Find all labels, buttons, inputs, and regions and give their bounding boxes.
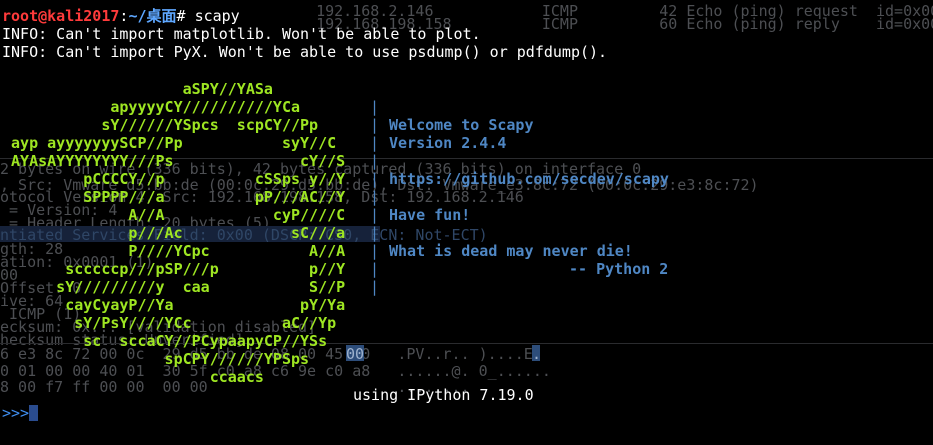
entered-command: scapy — [194, 7, 240, 25]
ascii-art-line: sc sccaCY//PCypaapyCP//YSs — [2, 332, 328, 350]
ascii-art-line: p///Ac sC///a — [2, 224, 346, 242]
prompt-symbol: # — [176, 7, 186, 25]
ascii-art-line: sY/////////y caa S//P — [2, 278, 346, 296]
ascii-art-line: P////YCpc A//A — [2, 242, 346, 260]
input-line[interactable]: >>> — [2, 404, 39, 422]
ipython-version-line: using IPython 7.19.0 — [353, 386, 534, 404]
quote-attribution: -- Python 2 — [569, 260, 669, 278]
ascii-art-line: A//A cyP////C — [2, 206, 346, 224]
text-cursor — [29, 405, 39, 421]
banner-separator: | — [370, 116, 380, 134]
banner-separator: | — [370, 242, 380, 260]
ascii-art-line: sY//////YSpcs scpCY//Pp — [2, 116, 319, 134]
project-url[interactable]: https://github.com/secdev/scapy — [389, 170, 669, 188]
banner-separator: | — [370, 188, 380, 206]
ascii-art-line: SPPPP///a pP///AC//Y — [2, 188, 346, 206]
welcome-message: Welcome to Scapy — [389, 116, 534, 134]
ascii-art-line: scccccp///pSP///p p//Y — [2, 260, 346, 278]
prompt-user-host: root@kali2017 — [2, 7, 120, 25]
banner-separator: | — [370, 278, 380, 296]
ascii-art-line: aSPY//YASa — [2, 80, 273, 98]
info-line: INFO: Can't import matplotlib. Won't be … — [2, 25, 481, 43]
ascii-art-line: apyyyyCY//////////YCa — [2, 98, 301, 116]
terminal-output: root@kali2017:~/桌面# scapy INFO: Can't im… — [0, 0, 933, 445]
ascii-art-line: spCPY//////YPSps — [2, 350, 310, 368]
banner-separator: | — [370, 260, 380, 278]
ascii-art-line: AYAsAYYYYYYYY///Ps cY//S — [2, 152, 346, 170]
banner-separator: | — [370, 170, 380, 188]
banner-separator: | — [370, 98, 380, 116]
input-prompt: >>> — [2, 404, 30, 422]
shell-prompt-line: root@kali2017:~/桌面# scapy — [2, 7, 240, 25]
terminal-window[interactable]: 192.168.2.146 ICMP 42 Echo (ping) reques… — [0, 0, 933, 445]
version-text: Version 2.4.4 — [389, 134, 507, 152]
ascii-art-line: pCCCCY//p cSSps y//Y — [2, 170, 346, 188]
ascii-art-line: ayp ayyyyyyySCP//Pp syY//C — [2, 134, 337, 152]
info-line: INFO: Can't import PyX. Won't be able to… — [2, 43, 608, 61]
banner-separator: | — [370, 224, 380, 242]
banner-separator: | — [370, 134, 380, 152]
ascii-art-line: sY/PsY////YCc aC//Yp — [2, 314, 337, 332]
ascii-art-line: ccaacs — [2, 368, 264, 386]
banner-separator: | — [370, 206, 380, 224]
fun-message: Have fun! — [389, 206, 471, 224]
quote-text: What is dead may never die! — [389, 242, 633, 260]
banner-separator: | — [370, 152, 380, 170]
prompt-path: ~/桌面 — [128, 7, 177, 25]
ascii-art-line: cayCyayP//Ya pY/Ya — [2, 296, 346, 314]
